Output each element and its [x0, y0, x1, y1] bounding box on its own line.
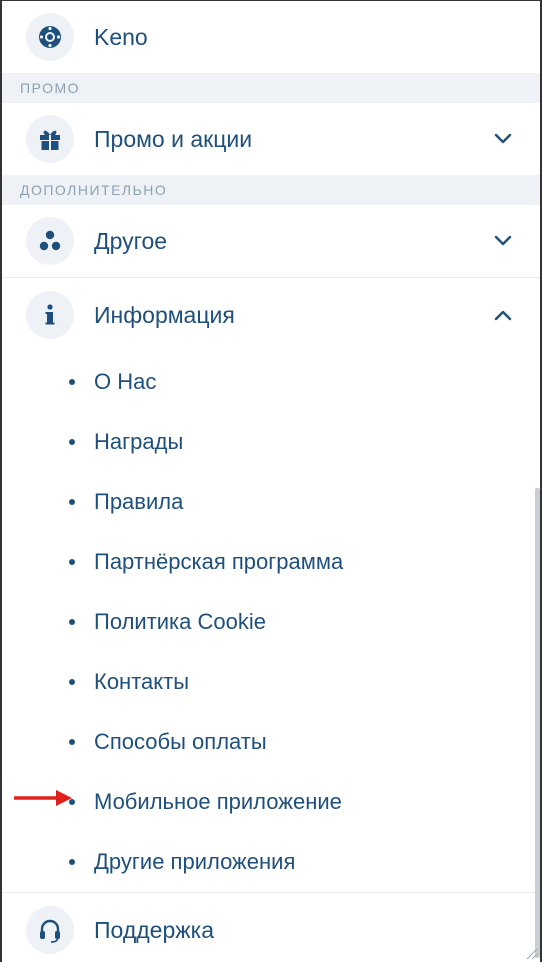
menu-item-support[interactable]: Поддержка	[2, 893, 540, 962]
bullet	[69, 739, 75, 745]
submenu-item-contacts[interactable]: Контакты	[2, 652, 540, 712]
info-icon	[26, 291, 74, 339]
headset-icon	[26, 906, 74, 954]
bullet	[69, 379, 75, 385]
menu-item-other[interactable]: Другое	[2, 205, 540, 277]
resize-grip-icon[interactable]	[524, 946, 538, 960]
section-header-extra: ДОПОЛНИТЕЛЬНО	[2, 175, 540, 205]
bullet	[69, 439, 75, 445]
menu-item-info[interactable]: Информация	[2, 278, 540, 352]
section-header-promo: ПРОМО	[2, 73, 540, 103]
chevron-down-icon[interactable]	[494, 133, 512, 145]
chevron-down-icon[interactable]	[494, 235, 512, 247]
submenu-item-awards[interactable]: Награды	[2, 412, 540, 472]
bullet	[69, 859, 75, 865]
bullet	[69, 559, 75, 565]
bullet	[69, 619, 75, 625]
submenu-item-about[interactable]: О Нас	[2, 352, 540, 412]
chevron-up-icon[interactable]	[494, 309, 512, 321]
gift-icon	[26, 115, 74, 163]
menu-item-promo[interactable]: Промо и акции	[2, 103, 540, 175]
info-submenu: О Нас Награды Правила Партнёрская програ…	[2, 352, 540, 892]
submenu-item-partners[interactable]: Партнёрская программа	[2, 532, 540, 592]
menu-item-info-label: Информация	[94, 301, 235, 328]
scrollbar[interactable]	[535, 488, 540, 958]
side-menu: Keno ПРОМО Промо и акции ДОПОЛНИТЕЛЬНО Д…	[0, 0, 542, 962]
submenu-item-cookie-policy[interactable]: Политика Cookie	[2, 592, 540, 652]
submenu-item-mobile-app[interactable]: Мобильное приложение	[2, 772, 540, 832]
keno-icon	[26, 13, 74, 61]
red-arrow-icon	[14, 790, 72, 806]
submenu-item-payment-methods[interactable]: Способы оплаты	[2, 712, 540, 772]
submenu-item-rules[interactable]: Правила	[2, 472, 540, 532]
submenu-item-other-apps[interactable]: Другие приложения	[2, 832, 540, 892]
menu-item-keno-label: Keno	[94, 23, 148, 50]
menu-item-support-label: Поддержка	[94, 916, 214, 943]
menu-item-keno[interactable]: Keno	[2, 1, 540, 73]
menu-item-other-label: Другое	[94, 227, 168, 254]
menu-item-promo-label: Промо и акции	[94, 125, 253, 152]
bullet	[69, 499, 75, 505]
bullet	[69, 679, 75, 685]
dots-icon	[26, 217, 74, 265]
